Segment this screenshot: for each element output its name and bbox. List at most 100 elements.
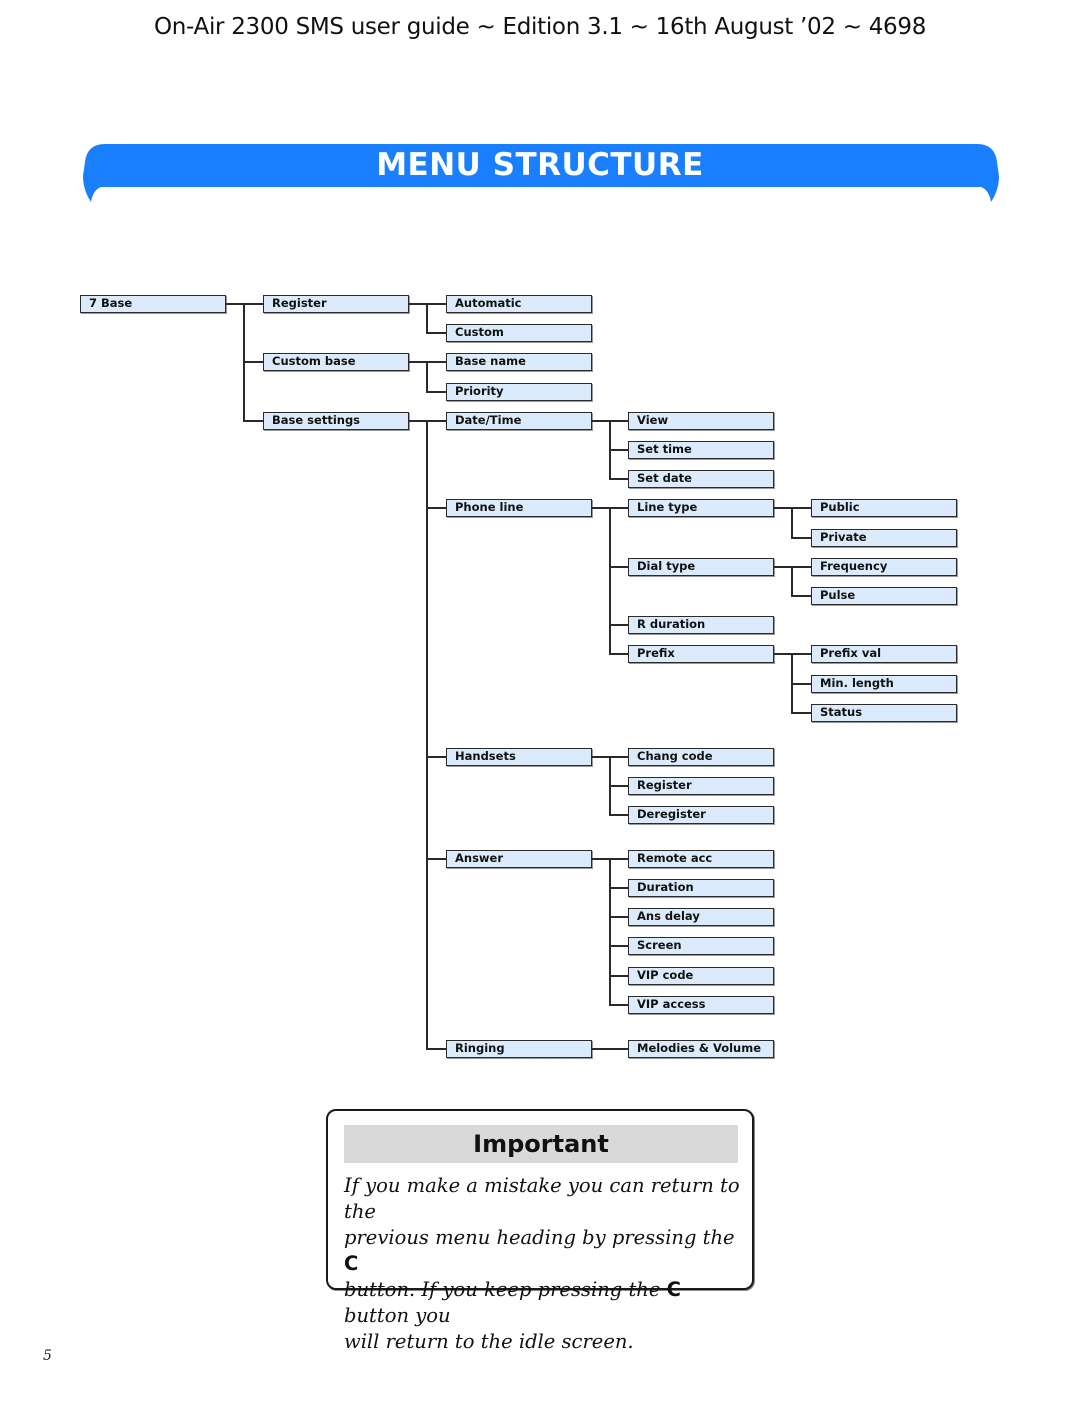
connector-line	[409, 303, 427, 305]
menu-item-automatic: Automatic	[446, 295, 592, 313]
menu-item-ans-delay: Ans delay	[628, 908, 774, 926]
menu-item-private: Private	[811, 529, 957, 547]
menu-item-date-time: Date/Time	[446, 412, 592, 430]
menu-item-custom-base: Custom base	[263, 353, 409, 371]
important-line-1: If you make a mistake you can return to …	[344, 1174, 740, 1223]
menu-item-remote-acc: Remote acc	[628, 850, 774, 868]
important-line-2: previous menu heading by pressing the C	[344, 1225, 744, 1277]
connector-line	[609, 507, 611, 655]
menu-item-prefix-val: Prefix val	[811, 645, 957, 663]
c-key-label: C	[344, 1252, 359, 1275]
menu-item-frequency: Frequency	[811, 558, 957, 576]
connector-line	[426, 303, 446, 305]
menu-item-phone-line: Phone line	[446, 499, 592, 517]
connector-line	[791, 653, 811, 655]
connector-line	[609, 507, 628, 509]
connector-line	[426, 420, 446, 422]
connector-line	[791, 507, 793, 539]
menu-item-r-duration: R duration	[628, 616, 774, 634]
connector-line	[426, 1048, 446, 1050]
menu-item-vip-code: VIP code	[628, 967, 774, 985]
menu-item-view: View	[628, 412, 774, 430]
connector-line	[226, 303, 244, 305]
menu-item-register: Register	[263, 295, 409, 313]
connector-line	[426, 391, 446, 393]
menu-item-duration: Duration	[628, 879, 774, 897]
menu-item-dial-type: Dial type	[628, 558, 774, 576]
menu-item-answer: Answer	[446, 850, 592, 868]
connector-line	[426, 361, 428, 393]
page-number: 5	[43, 1348, 52, 1364]
connector-line	[609, 420, 628, 422]
connector-line	[609, 858, 611, 1006]
connector-line	[609, 858, 628, 860]
connector-line	[609, 478, 628, 480]
connector-line	[609, 975, 628, 977]
connector-line	[791, 566, 793, 597]
menu-item-public: Public	[811, 499, 957, 517]
c-key-label: C	[666, 1278, 681, 1301]
important-line-2-text: previous menu heading by pressing the	[344, 1226, 735, 1249]
connector-line	[774, 653, 792, 655]
connector-line	[774, 566, 792, 568]
menu-item-prefix: Prefix	[628, 645, 774, 663]
menu-item-line-type: Line type	[628, 499, 774, 517]
menu-item-handsets: Handsets	[446, 748, 592, 766]
connector-line	[609, 1004, 628, 1006]
connector-line	[791, 537, 811, 539]
connector-line	[609, 653, 628, 655]
menu-item-7-base: 7 Base	[80, 295, 226, 313]
connector-line	[409, 361, 427, 363]
connector-line	[791, 595, 811, 597]
connector-line	[791, 507, 811, 509]
important-line-3-text-b: button you	[344, 1304, 451, 1327]
connector-line	[426, 756, 446, 758]
menu-item-pulse: Pulse	[811, 587, 957, 605]
connector-line	[609, 916, 628, 918]
menu-item-priority: Priority	[446, 383, 592, 401]
menu-item-set-time: Set time	[628, 441, 774, 459]
important-text: If you make a mistake you can return to …	[344, 1173, 744, 1355]
connector-line	[409, 420, 427, 422]
menu-item-status: Status	[811, 704, 957, 722]
menu-item-ringing: Ringing	[446, 1040, 592, 1058]
connector-line	[592, 858, 610, 860]
menu-item-melodies-volume: Melodies & Volume	[628, 1040, 774, 1058]
menu-item-base-settings: Base settings	[263, 412, 409, 430]
connector-line	[426, 332, 446, 334]
important-line-4: will return to the idle screen.	[344, 1330, 634, 1353]
important-line-3-text-a: button. If you keep pressing the	[344, 1278, 667, 1301]
connector-line	[426, 303, 428, 334]
important-line-3: button. If you keep pressing the C butto…	[344, 1277, 744, 1329]
connector-line	[609, 785, 628, 787]
connector-line	[791, 712, 811, 714]
menu-item-screen: Screen	[628, 937, 774, 955]
connector-line	[592, 1048, 610, 1050]
connector-line	[426, 858, 446, 860]
connector-line	[426, 361, 446, 363]
connector-line	[243, 361, 263, 363]
connector-line	[609, 887, 628, 889]
connector-line	[609, 756, 628, 758]
menu-item-deregister: Deregister	[628, 806, 774, 824]
menu-item-chang-code: Chang code	[628, 748, 774, 766]
connector-line	[791, 566, 811, 568]
connector-line	[592, 420, 610, 422]
connector-line	[243, 420, 263, 422]
connector-line	[243, 303, 263, 305]
connector-line	[609, 814, 628, 816]
connector-line	[609, 566, 628, 568]
menu-item-set-date: Set date	[628, 470, 774, 488]
menu-structure-tree: 7 Base Register Automatic Custom Custom base…	[0, 0, 1080, 1100]
menu-item-register: Register	[628, 777, 774, 795]
connector-line	[774, 507, 792, 509]
connector-line	[592, 756, 610, 758]
connector-line	[791, 683, 811, 685]
connector-line	[609, 624, 628, 626]
menu-item-min-length: Min. length	[811, 675, 957, 693]
connector-line	[609, 945, 628, 947]
connector-line	[609, 1048, 628, 1050]
menu-item-base-name: Base name	[446, 353, 592, 371]
connector-line	[426, 420, 428, 1050]
important-heading: Important	[344, 1125, 738, 1163]
